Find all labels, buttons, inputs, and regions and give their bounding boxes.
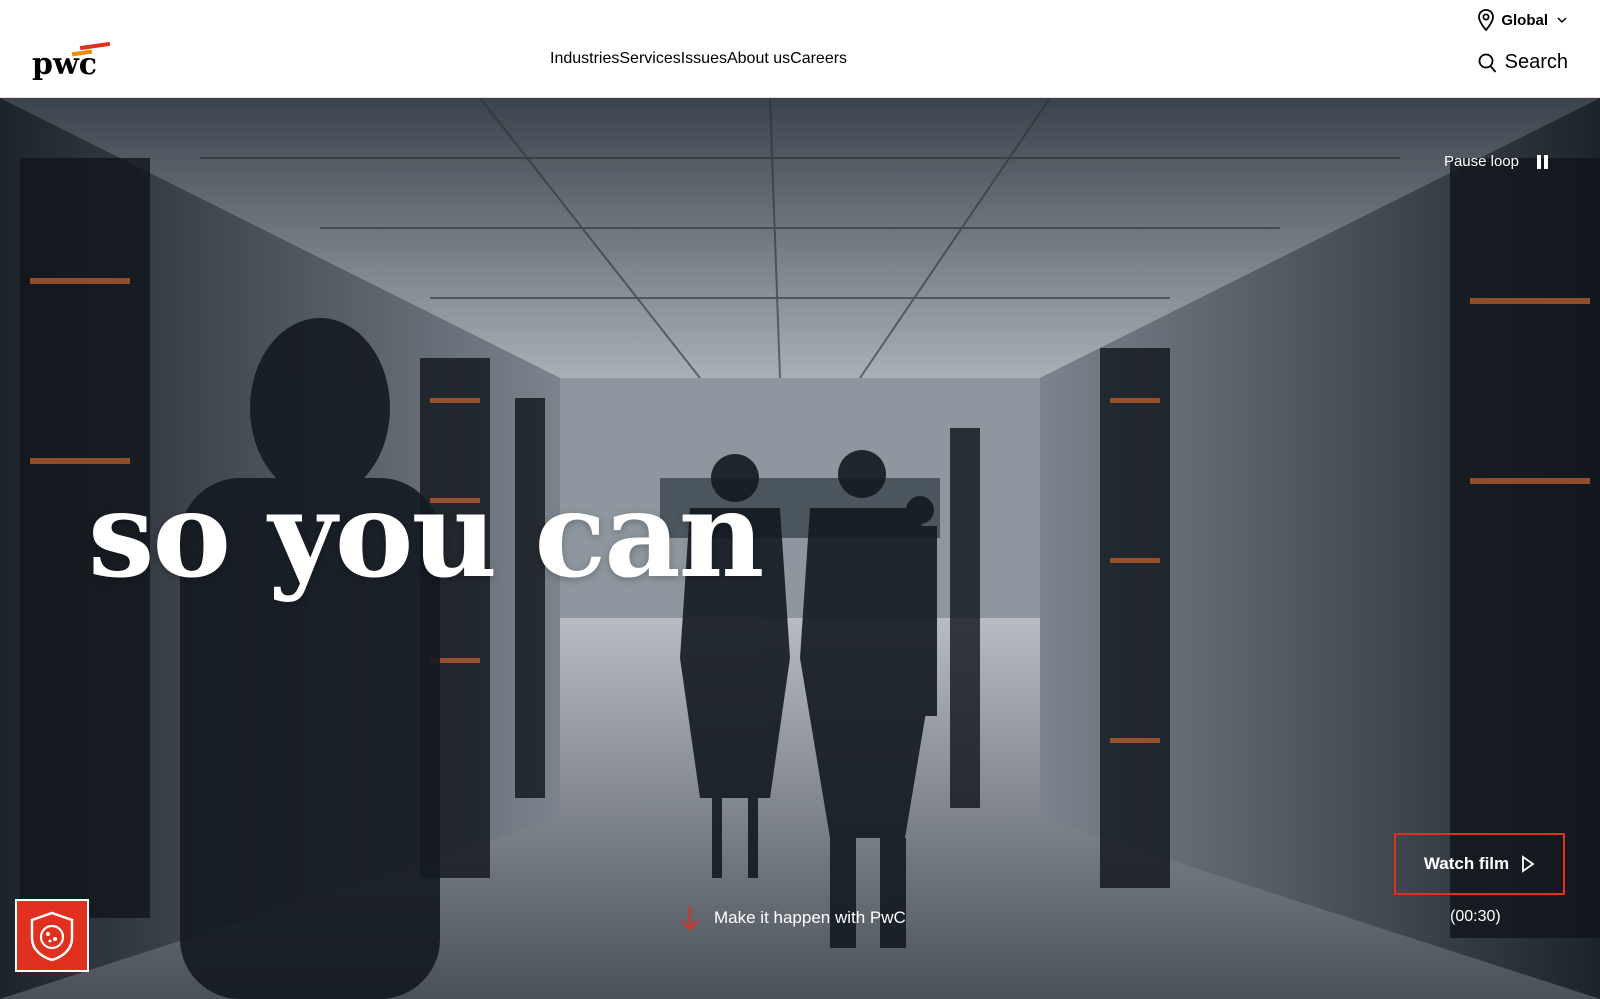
hero-headline: so you can bbox=[88, 465, 764, 604]
make-it-happen-link[interactable]: Make it happen with PwC bbox=[680, 904, 906, 932]
chevron-down-icon bbox=[1557, 17, 1567, 24]
search-label: Search bbox=[1504, 51, 1568, 73]
pause-loop-label: Pause loop bbox=[1443, 153, 1519, 170]
make-it-happen-label: Make it happen with PwC bbox=[714, 908, 906, 927]
main-nav: Industries Services Issues About us Care… bbox=[550, 50, 847, 68]
cookie-shield-icon bbox=[30, 911, 74, 961]
pause-icon bbox=[1537, 154, 1548, 169]
region-selector[interactable]: Global bbox=[1477, 8, 1568, 32]
nav-item-issues[interactable]: Issues bbox=[681, 50, 727, 68]
play-icon bbox=[1522, 855, 1535, 873]
nav-item-industries[interactable]: Industries bbox=[550, 50, 619, 68]
pause-loop-button[interactable]: Pause loop bbox=[1444, 153, 1548, 170]
region-label: Global bbox=[1501, 11, 1548, 29]
hero-video: so you can Pause loop Watch film (00:30)… bbox=[0, 98, 1600, 999]
watch-film-label: Watch film bbox=[1423, 854, 1510, 873]
watch-film-button[interactable]: Watch film bbox=[1394, 833, 1565, 895]
nav-item-about-us[interactable]: About us bbox=[727, 50, 790, 68]
search-button[interactable]: Search bbox=[1477, 51, 1568, 74]
arrow-down-icon bbox=[681, 906, 699, 931]
site-header: pwc Global Industries Services Issues Ab… bbox=[0, 0, 1600, 98]
nav-item-services[interactable]: Services bbox=[619, 50, 680, 68]
cookie-settings-button[interactable] bbox=[15, 899, 89, 972]
location-pin-icon bbox=[1478, 9, 1495, 31]
pwc-logo[interactable]: pwc bbox=[32, 40, 116, 84]
film-duration: (00:30) bbox=[1450, 908, 1501, 925]
search-icon bbox=[1478, 53, 1496, 73]
svg-text:pwc: pwc bbox=[32, 47, 97, 82]
nav-item-careers[interactable]: Careers bbox=[790, 50, 847, 68]
